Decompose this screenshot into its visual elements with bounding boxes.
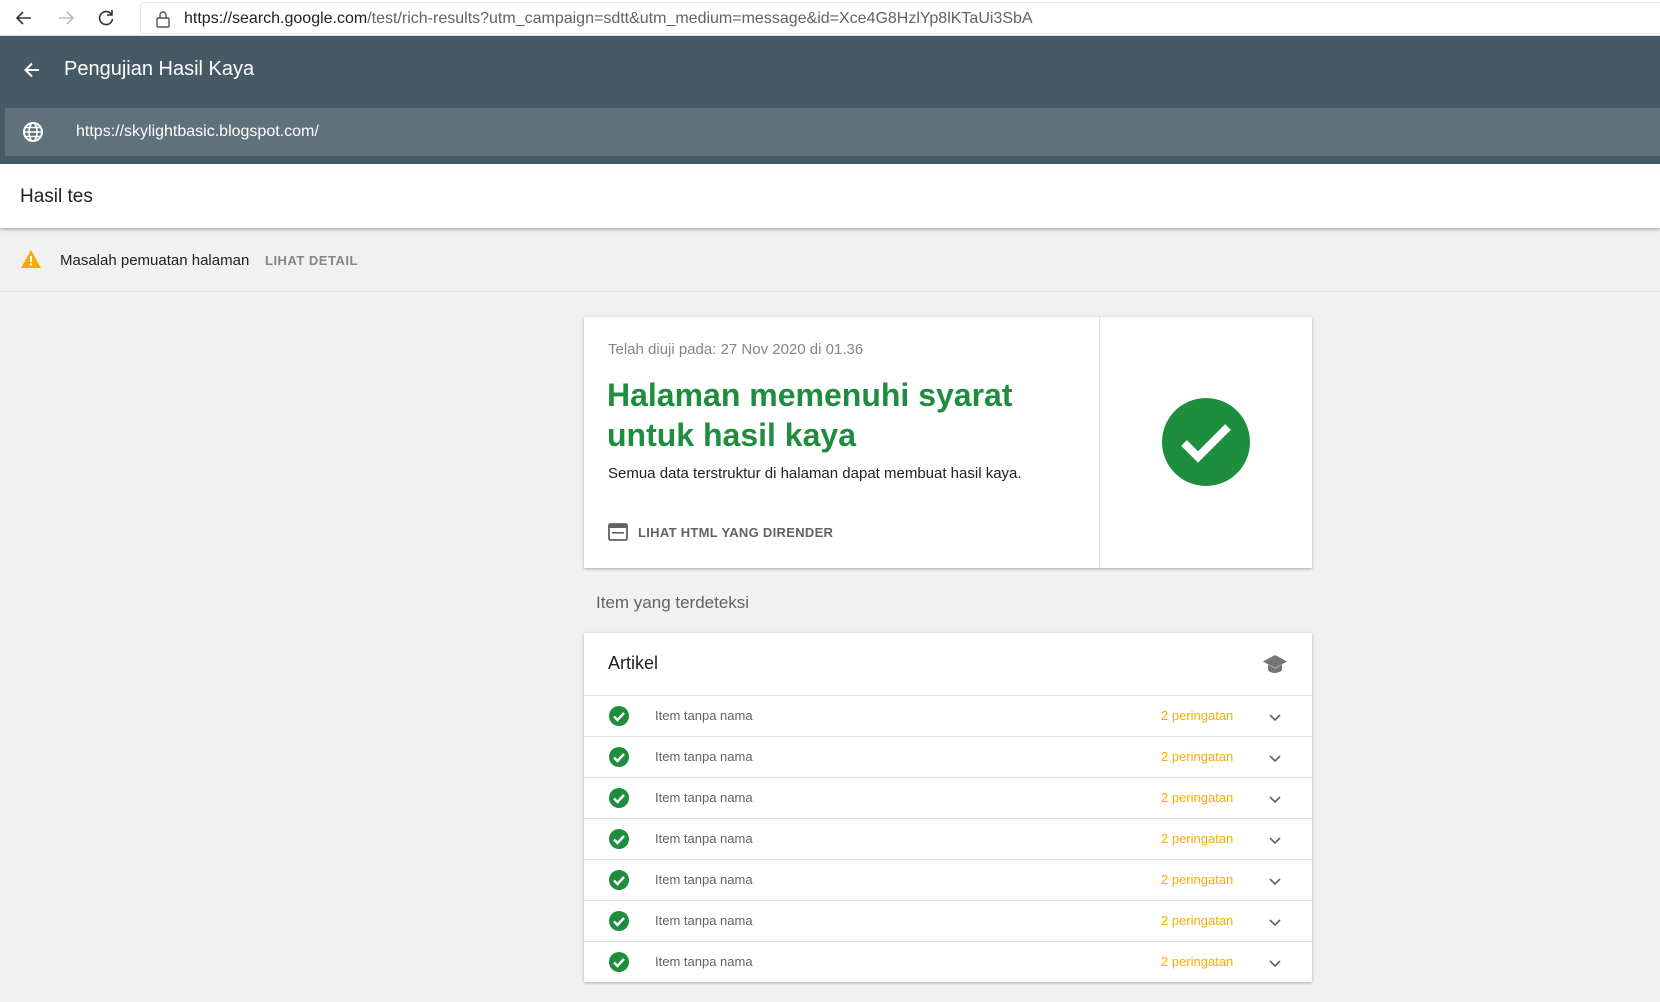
item-name: Item tanpa nama — [655, 954, 753, 969]
item-name: Item tanpa nama — [655, 708, 753, 723]
detected-items-list: Item tanpa nama 2 peringatan Item tanpa na… — [584, 696, 1312, 983]
detected-item-row[interactable]: Item tanpa nama 2 peringatan — [584, 860, 1312, 901]
valid-check-icon — [609, 747, 629, 767]
item-name: Item tanpa nama — [655, 831, 753, 846]
chevron-down-icon[interactable] — [1267, 832, 1283, 848]
view-rendered-html-button[interactable]: LIHAT HTML YANG DIRENDER — [608, 523, 833, 541]
chevron-down-icon[interactable] — [1267, 914, 1283, 930]
item-warning-count: 2 peringatan — [1161, 708, 1234, 723]
card-divider — [1099, 317, 1100, 568]
lock-icon — [156, 11, 170, 28]
results-title: Hasil tes — [20, 186, 93, 207]
valid-check-icon — [609, 952, 629, 972]
result-headline: Halaman memenuhi syarat untuk hasil kaya — [607, 377, 1013, 453]
warning-icon — [21, 250, 41, 268]
detected-item-row[interactable]: Item tanpa nama 2 peringatan — [584, 778, 1312, 819]
result-summary-card: Telah diuji pada: 27 Nov 2020 di 01.36 H… — [584, 317, 1312, 568]
view-details-link[interactable]: LIHAT DETAIL — [265, 253, 358, 268]
article-group-card: Artikel Item tanpa nama 2 peringatan Item … — [584, 633, 1312, 982]
detected-item-row[interactable]: Item tanpa nama 2 peringatan — [584, 901, 1312, 942]
address-url: https://search.google.com/test/rich-resu… — [184, 10, 1033, 27]
success-check-icon — [1162, 398, 1250, 486]
item-warning-count: 2 peringatan — [1161, 790, 1234, 805]
back-arrow-icon[interactable] — [18, 56, 46, 84]
item-warning-count: 2 peringatan — [1161, 872, 1234, 887]
item-name: Item tanpa nama — [655, 790, 753, 805]
warning-text: Masalah pemuatan halaman — [60, 252, 250, 269]
item-warning-count: 2 peringatan — [1161, 954, 1234, 969]
chevron-down-icon[interactable] — [1267, 873, 1283, 889]
valid-check-icon — [609, 911, 629, 931]
valid-check-icon — [609, 870, 629, 890]
tested-url-field[interactable]: https://skylightbasic.blogspot.com/ — [5, 108, 1660, 156]
browser-back-icon[interactable] — [10, 4, 38, 32]
browser-window-icon — [608, 523, 628, 541]
detected-item-row[interactable]: Item tanpa nama 2 peringatan — [584, 942, 1312, 983]
browser-forward-icon[interactable] — [52, 4, 80, 32]
item-warning-count: 2 peringatan — [1161, 831, 1234, 846]
result-subtext: Semua data terstruktur di halaman dapat … — [608, 465, 1022, 482]
chevron-down-icon[interactable] — [1267, 955, 1283, 971]
page-title: Pengujian Hasil Kaya — [64, 58, 255, 80]
chevron-down-icon[interactable] — [1267, 791, 1283, 807]
valid-check-icon — [609, 829, 629, 849]
detected-item-row[interactable]: Item tanpa nama 2 peringatan — [584, 819, 1312, 860]
article-group-header: Artikel — [584, 633, 1312, 696]
chevron-down-icon[interactable] — [1267, 750, 1283, 766]
page-loading-warning: Masalah pemuatan halaman LIHAT DETAIL — [0, 230, 1660, 292]
item-name: Item tanpa nama — [655, 872, 753, 887]
app-header: Pengujian Hasil Kaya https://skylightbas… — [0, 36, 1660, 164]
valid-check-icon — [609, 706, 629, 726]
detected-item-row[interactable]: Item tanpa nama 2 peringatan — [584, 737, 1312, 778]
item-warning-count: 2 peringatan — [1161, 913, 1234, 928]
browser-reload-icon[interactable] — [92, 4, 120, 32]
item-name: Item tanpa nama — [655, 913, 753, 928]
valid-check-icon — [609, 788, 629, 808]
article-group-title: Artikel — [608, 653, 659, 673]
detected-items-title: Item yang terdeteksi — [596, 593, 750, 612]
item-name: Item tanpa nama — [655, 749, 753, 764]
item-warning-count: 2 peringatan — [1161, 749, 1234, 764]
view-rendered-html-label: LIHAT HTML YANG DIRENDER — [638, 524, 834, 540]
browser-toolbar: https://search.google.com/test/rich-resu… — [0, 0, 1660, 36]
globe-icon — [23, 122, 43, 142]
chevron-down-icon[interactable] — [1267, 709, 1283, 725]
school-cap-icon[interactable] — [1262, 652, 1288, 676]
tested-url-text: https://skylightbasic.blogspot.com/ — [76, 123, 319, 140]
address-bar[interactable]: https://search.google.com/test/rich-resu… — [140, 2, 1660, 34]
detected-item-row[interactable]: Item tanpa nama 2 peringatan — [584, 696, 1312, 737]
tested-on-text: Telah diuji pada: 27 Nov 2020 di 01.36 — [608, 341, 864, 358]
results-header: Hasil tes — [0, 164, 1660, 228]
